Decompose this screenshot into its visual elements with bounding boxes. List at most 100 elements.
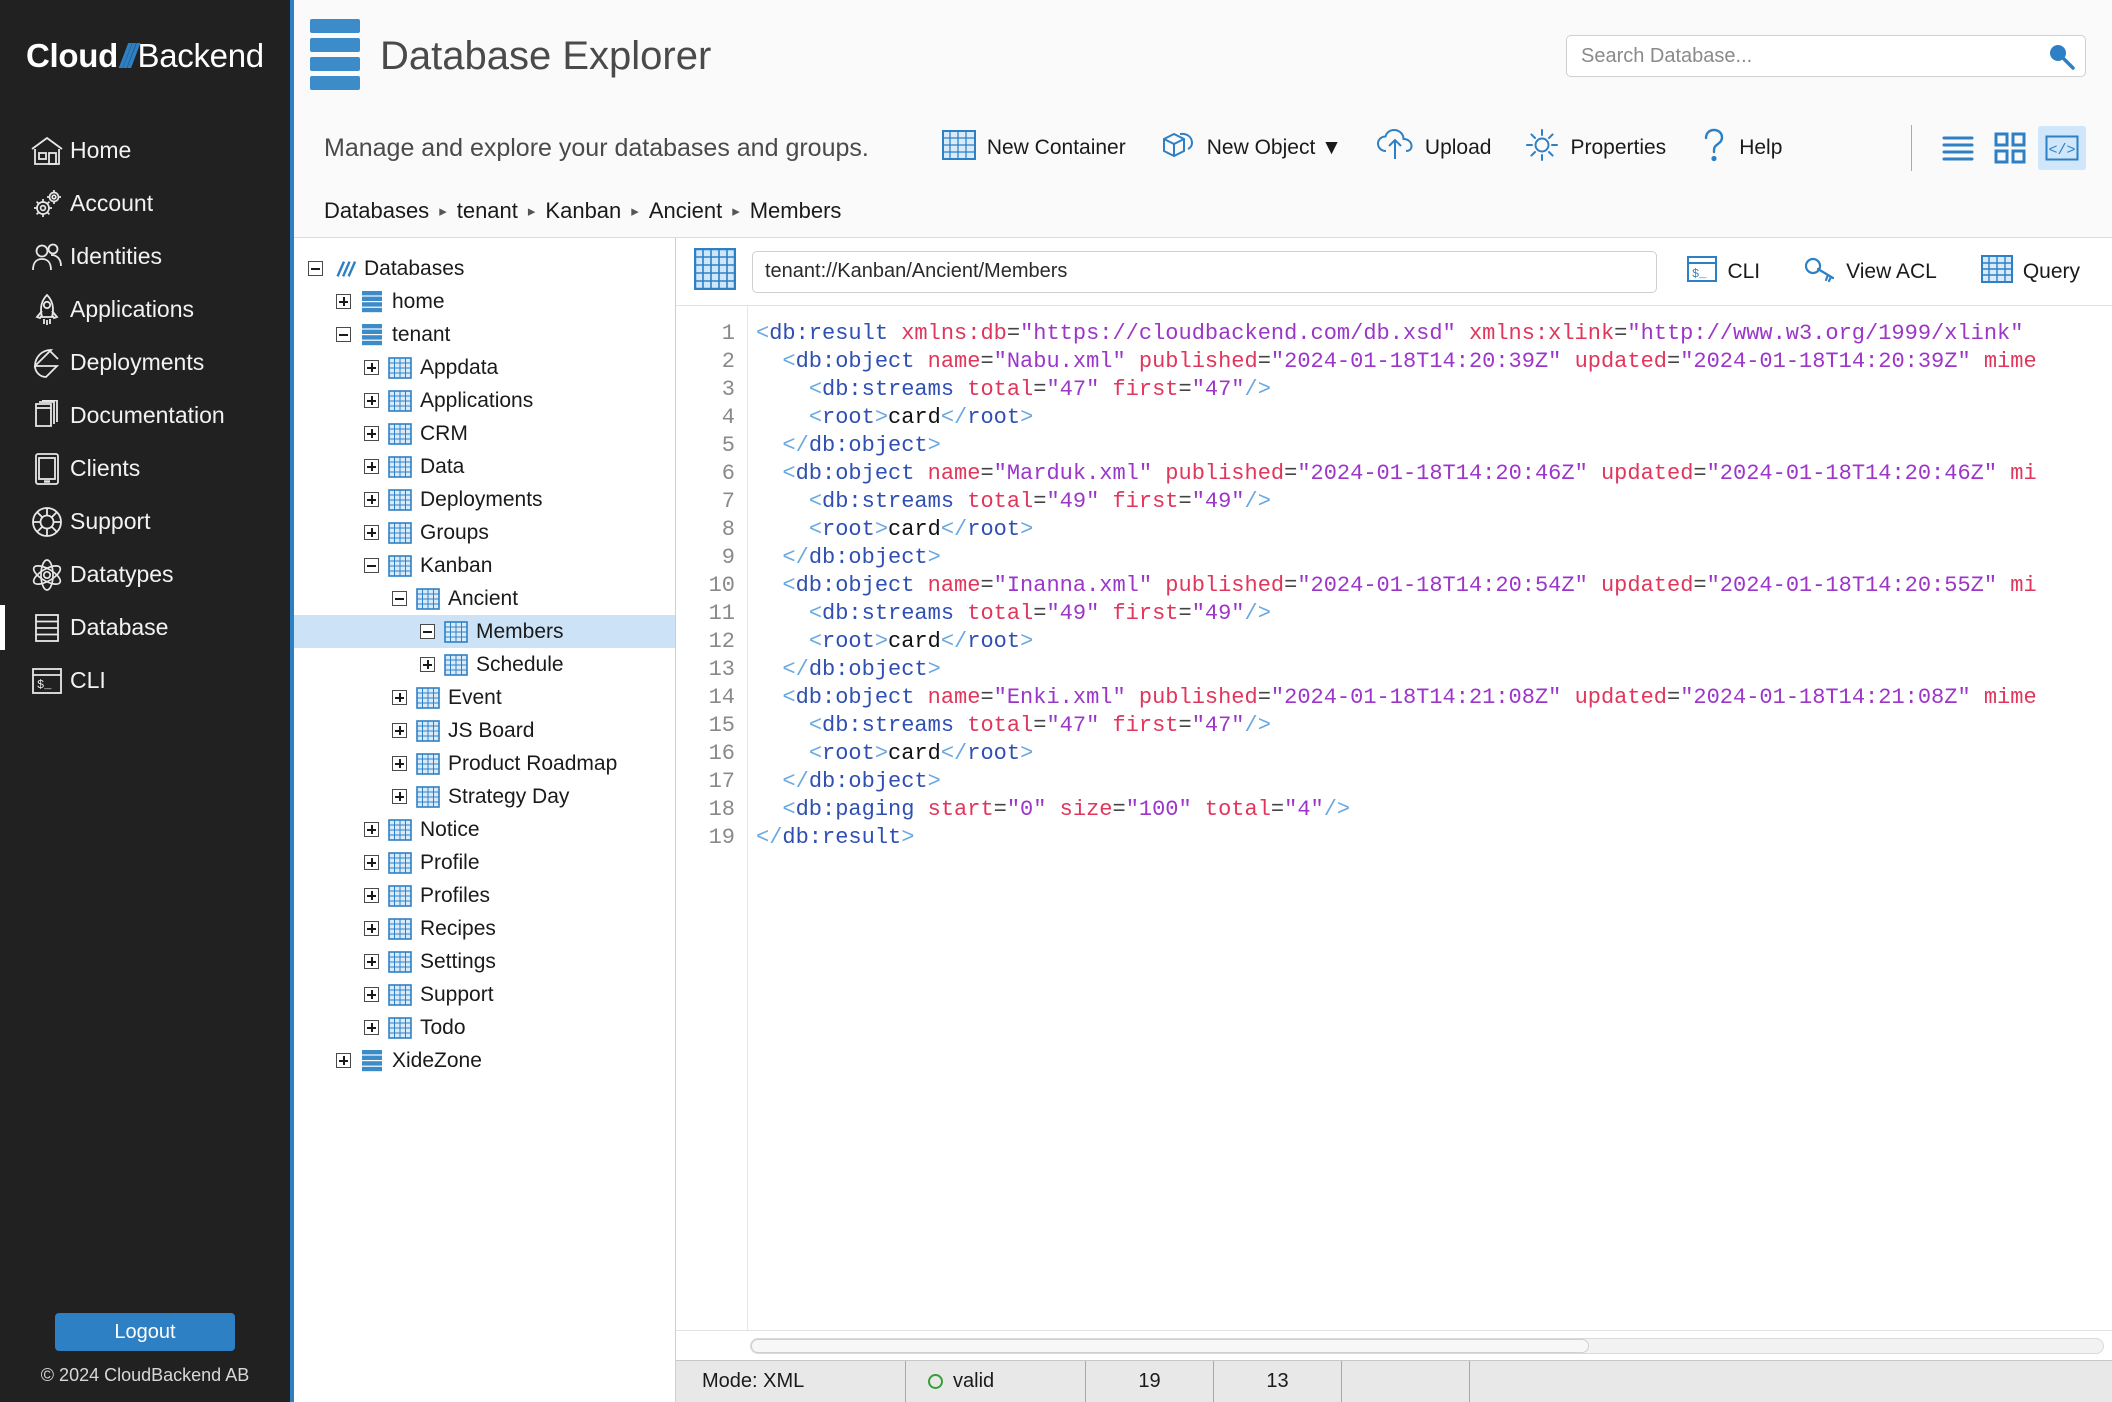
sidebar-item-deployments[interactable]: Deployments: [0, 336, 290, 389]
scrollbar-thumb[interactable]: [751, 1338, 1590, 1353]
tree-node-ancient[interactable]: Ancient: [294, 582, 675, 615]
tree-toggle-expand-icon[interactable]: [364, 1020, 379, 1035]
tree-toggle-expand-icon[interactable]: [420, 657, 435, 672]
tree-node-applications[interactable]: Applications: [294, 384, 675, 417]
tree-node-strategy-day[interactable]: Strategy Day: [294, 780, 675, 813]
tree-node-notice[interactable]: Notice: [294, 813, 675, 846]
tree-node-crm[interactable]: CRM: [294, 417, 675, 450]
help-button[interactable]: Help: [1683, 122, 1799, 174]
sidebar-item-datatypes[interactable]: Datatypes: [0, 548, 290, 601]
breadcrumb-item[interactable]: Kanban: [545, 198, 621, 224]
path-bar: $_ CLI View ACL: [676, 238, 2112, 306]
tree-toggle-expand-icon[interactable]: [364, 888, 379, 903]
tree-node-todo[interactable]: Todo: [294, 1011, 675, 1044]
tree-toggle-expand-icon[interactable]: [364, 987, 379, 1002]
tree-node-members[interactable]: Members: [294, 615, 675, 648]
brand-logo[interactable]: Cloud///Backend: [0, 0, 290, 112]
search-input[interactable]: [1566, 35, 2086, 77]
page-title: Database Explorer: [380, 33, 712, 78]
tree-toggle-collapse-icon[interactable]: [392, 591, 407, 606]
tree-toggle-expand-icon[interactable]: [364, 459, 379, 474]
sidebar-item-identities[interactable]: Identities: [0, 230, 290, 283]
tree-node-js-board[interactable]: JS Board: [294, 714, 675, 747]
scrollbar-track[interactable]: [750, 1337, 2104, 1354]
breadcrumb-item[interactable]: Ancient: [649, 198, 722, 224]
horizontal-scrollbar[interactable]: [676, 1330, 2112, 1360]
container-icon: [416, 587, 440, 611]
tree-toggle-collapse-icon[interactable]: [364, 558, 379, 573]
cli-button[interactable]: $_ CLI: [1673, 250, 1774, 294]
tree-node-event[interactable]: Event: [294, 681, 675, 714]
tree-toggle-collapse-icon[interactable]: [308, 261, 323, 276]
tree-node-label: Profile: [420, 850, 480, 874]
tree-node-databases[interactable]: Databases: [294, 252, 675, 285]
page-subtitle: Manage and explore your databases and gr…: [324, 133, 869, 162]
tree-node-xidezone[interactable]: XideZone: [294, 1044, 675, 1077]
tree-toggle-expand-icon[interactable]: [364, 492, 379, 507]
tree-toggle-expand-icon[interactable]: [364, 954, 379, 969]
tree-toggle-expand-icon[interactable]: [364, 426, 379, 441]
tree-toggle-collapse-icon[interactable]: [420, 624, 435, 639]
sidebar-item-cli[interactable]: $_ CLI: [0, 654, 290, 707]
breadcrumb-item[interactable]: tenant: [457, 198, 518, 224]
sidebar-item-documentation[interactable]: Documentation: [0, 389, 290, 442]
tree-toggle-expand-icon[interactable]: [392, 756, 407, 771]
code-content[interactable]: <db:result xmlns:db="https://cloudbacken…: [748, 306, 2112, 1330]
sidebar-item-database[interactable]: Database: [0, 601, 290, 654]
editor-pane: $_ CLI View ACL: [676, 238, 2112, 1402]
sidebar-item-applications[interactable]: Applications: [0, 283, 290, 336]
tree-toggle-expand-icon[interactable]: [364, 921, 379, 936]
sidebar-item-label: Database: [70, 614, 169, 640]
tree-node-kanban[interactable]: Kanban: [294, 549, 675, 582]
path-input[interactable]: [752, 250, 1658, 293]
list-lines-icon[interactable]: [1934, 126, 1982, 170]
tree-node-groups[interactable]: Groups: [294, 516, 675, 549]
tree-toggle-expand-icon[interactable]: [336, 1053, 351, 1068]
view-acl-button[interactable]: View ACL: [1790, 249, 1951, 295]
question-mark-icon: [1700, 128, 1728, 168]
code-editor[interactable]: 1 2 3 4 5 6 7 8 9 10 11 12 13 14 15 16 17 18 19 <db:result…: [676, 306, 2112, 1330]
sidebar-item-home[interactable]: Home: [0, 124, 290, 177]
tree-node-schedule[interactable]: Schedule: [294, 648, 675, 681]
logout-button[interactable]: Logout: [55, 1313, 235, 1351]
container-icon: [388, 950, 412, 974]
new-object-button[interactable]: New Object ▼: [1143, 123, 1359, 173]
tree-node-appdata[interactable]: Appdata: [294, 351, 675, 384]
tree-node-deployments[interactable]: Deployments: [294, 483, 675, 516]
database-icon: [360, 1049, 384, 1073]
tree-node-recipes[interactable]: Recipes: [294, 912, 675, 945]
tree-node-tenant[interactable]: tenant: [294, 318, 675, 351]
sidebar-item-support[interactable]: Support: [0, 495, 290, 548]
tree-toggle-expand-icon[interactable]: [364, 525, 379, 540]
query-button[interactable]: Query: [1967, 249, 2094, 295]
line-number: 12: [708, 629, 735, 654]
tree-toggle-expand-icon[interactable]: [364, 855, 379, 870]
tree-node-profiles[interactable]: Profiles: [294, 879, 675, 912]
tree-node-data[interactable]: Data: [294, 450, 675, 483]
tree-toggle-expand-icon[interactable]: [392, 690, 407, 705]
sidebar-item-account[interactable]: Account: [0, 177, 290, 230]
search-icon[interactable]: [2046, 41, 2076, 71]
breadcrumb-item[interactable]: Databases: [324, 198, 429, 224]
tree-node-home[interactable]: home: [294, 285, 675, 318]
line-number: 19: [708, 825, 735, 850]
tree-toggle-expand-icon[interactable]: [364, 822, 379, 837]
new-container-button[interactable]: New Container: [925, 124, 1143, 172]
tree-node-settings[interactable]: Settings: [294, 945, 675, 978]
tree-node-label: Deployments: [420, 487, 543, 511]
tree-node-profile[interactable]: Profile: [294, 846, 675, 879]
upload-button[interactable]: Upload: [1359, 123, 1509, 173]
code-brackets-icon[interactable]: </>: [2038, 126, 2086, 170]
grid-squares-icon[interactable]: [1986, 126, 2034, 170]
sidebar-item-clients[interactable]: Clients: [0, 442, 290, 495]
tree-toggle-expand-icon[interactable]: [336, 294, 351, 309]
tree-toggle-expand-icon[interactable]: [392, 789, 407, 804]
tree-node-product-roadmap[interactable]: Product Roadmap: [294, 747, 675, 780]
code-line: <db:paging start="0" size="100" total="4…: [782, 797, 1351, 822]
properties-button[interactable]: Properties: [1508, 122, 1683, 174]
tree-toggle-expand-icon[interactable]: [364, 360, 379, 375]
tree-toggle-expand-icon[interactable]: [364, 393, 379, 408]
tree-node-support[interactable]: Support: [294, 978, 675, 1011]
tree-toggle-collapse-icon[interactable]: [336, 327, 351, 342]
tree-toggle-expand-icon[interactable]: [392, 723, 407, 738]
